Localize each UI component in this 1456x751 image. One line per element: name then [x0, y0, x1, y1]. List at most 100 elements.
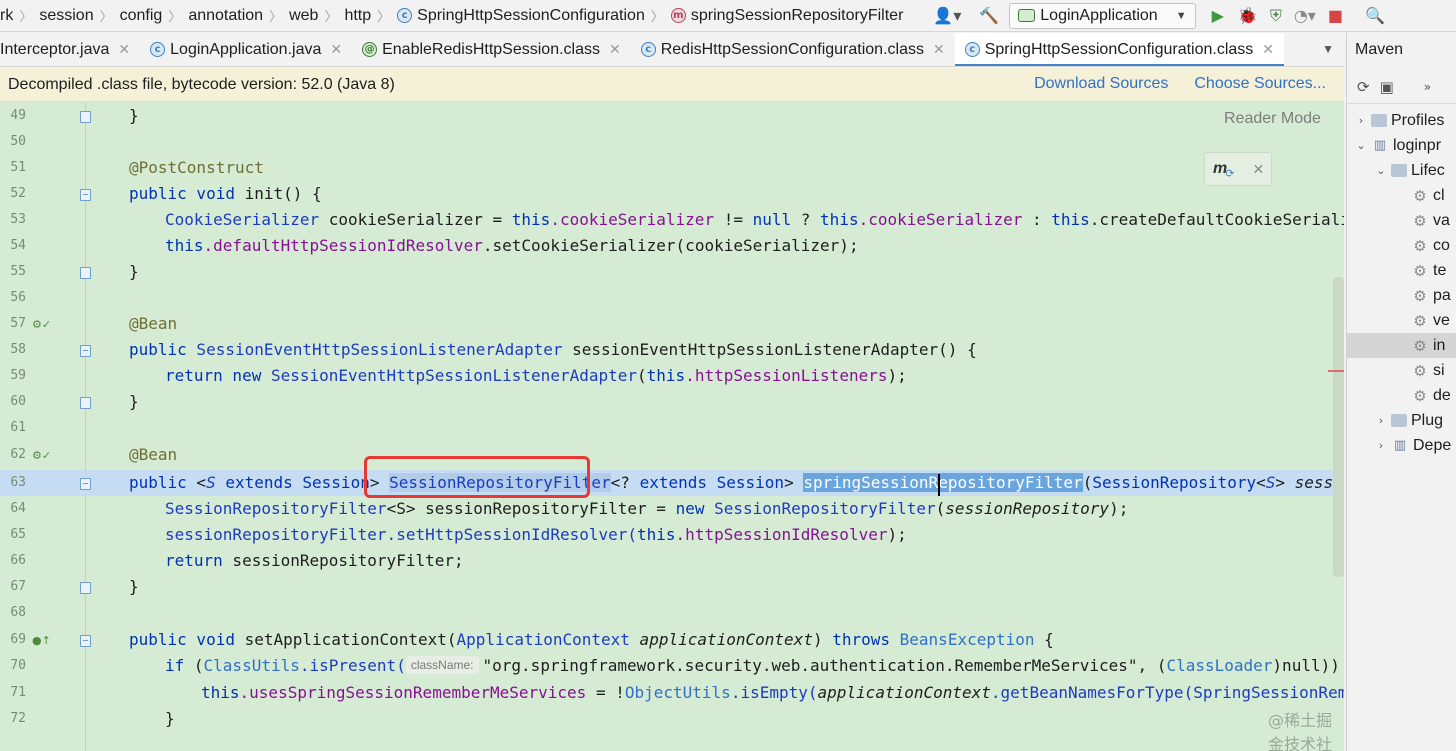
fold-marker-icon[interactable]	[80, 582, 91, 594]
coverage-icon[interactable]: ⛨	[1270, 4, 1282, 28]
spring-boot-icon	[1018, 9, 1036, 22]
maven-tree-item[interactable]: ⚙ te	[1347, 258, 1456, 283]
expand-toggle-icon[interactable]: ⌄	[1355, 139, 1367, 152]
chevron-right-icon: 〉	[324, 9, 338, 24]
add-folder-icon[interactable]: ▣	[1380, 78, 1394, 96]
line-number: 49	[10, 108, 26, 123]
maven-tree-label: loginpr	[1393, 136, 1442, 154]
editor-tabs: Interceptor.java ✕ c LoginApplication.java…	[0, 33, 1344, 67]
error-stripe-marker[interactable]	[1328, 370, 1344, 372]
maven-tree-item[interactable]: ⚙ si	[1347, 358, 1456, 383]
profile-icon[interactable]: ◔▾	[1294, 4, 1316, 28]
notice-text: Decompiled .class file, bytecode version…	[8, 75, 395, 93]
breadcrumb-method[interactable]: m springSessionRepositoryFilter	[670, 7, 903, 25]
navigation-bar: rk 〉 session 〉 config 〉 annotation 〉 web 〉 ht…	[0, 0, 1456, 32]
search-icon[interactable]: 🔍	[1365, 4, 1385, 28]
tab-interceptor[interactable]: Interceptor.java ✕	[0, 33, 140, 66]
chevron-down-icon[interactable]: ▼	[1322, 42, 1334, 56]
fold-marker-icon[interactable]	[80, 189, 91, 201]
maven-tree-item[interactable]: ⌄ ▥ loginpr	[1347, 133, 1456, 158]
breadcrumb-label: config	[119, 6, 163, 24]
class-icon: c	[397, 8, 413, 23]
run-icon[interactable]: ▶	[1212, 4, 1224, 28]
maven-tree-item[interactable]: › ▥ Depe	[1347, 433, 1456, 458]
breadcrumb-item[interactable]: config 〉	[120, 6, 189, 25]
line-number: 54	[10, 238, 26, 253]
expand-toggle-icon[interactable]: ›	[1355, 114, 1367, 127]
maven-tree-item[interactable]: ⚙ co	[1347, 233, 1456, 258]
code-text: return sessionRepositoryFilter;	[165, 551, 464, 570]
code-text: }	[129, 106, 139, 125]
fold-marker-icon[interactable]	[80, 478, 91, 490]
close-icon[interactable]: ✕	[609, 41, 621, 58]
code-line: 71 this.usesSpringSessionRememberMeServi…	[0, 680, 1344, 706]
chevron-right-icon: 〉	[19, 9, 33, 24]
breadcrumb-item[interactable]: rk 〉	[0, 6, 39, 25]
line-number: 64	[10, 501, 26, 516]
bars-icon: ▥	[1393, 438, 1407, 453]
spring-bean-icon[interactable]: ⚙✓	[32, 448, 51, 462]
maven-tree-item[interactable]: ⚙ cl	[1347, 183, 1456, 208]
user-icon[interactable]: 👤▾	[933, 4, 961, 28]
chevron-right-icon: 〉	[650, 9, 664, 24]
maven-reload-popup[interactable]: m ⟳ ✕	[1204, 152, 1272, 186]
maven-tree-item[interactable]: › Profiles	[1347, 108, 1456, 133]
download-sources-link[interactable]: Download Sources	[1034, 75, 1168, 93]
maven-tree-item[interactable]: ⚙ ve	[1347, 308, 1456, 333]
breadcrumb-item[interactable]: session 〉	[39, 6, 119, 25]
code-line: 72 }	[0, 706, 1344, 732]
build-hammer-icon[interactable]: 🔨	[979, 4, 999, 28]
line-number: 51	[10, 160, 26, 175]
refresh-icon: ⟳	[1225, 167, 1235, 180]
reload-icon[interactable]: ⟳	[1357, 78, 1370, 96]
parameter-hint: className:	[405, 656, 479, 674]
maven-tree-item[interactable]: ⚙ va	[1347, 208, 1456, 233]
tab-spring-http-session-configuration[interactable]: c SpringHttpSessionConfiguration.class ✕	[954, 33, 1285, 66]
code-editor[interactable]: 49 } 50 51 @PostConstruct 52 public void…	[0, 102, 1344, 751]
code-line: 50	[0, 129, 1344, 155]
breadcrumb-item[interactable]: annotation 〉	[188, 6, 289, 25]
maven-tree-item[interactable]: ⚙ pa	[1347, 283, 1456, 308]
close-icon[interactable]: ✕	[933, 41, 945, 58]
more-icon[interactable]: »	[1424, 80, 1431, 94]
code-line: 51 @PostConstruct	[0, 155, 1344, 181]
spring-bean-icon[interactable]: ⚙✓	[32, 317, 51, 331]
run-configuration-select[interactable]: LoginApplication ▼	[1009, 2, 1196, 29]
implements-method-icon[interactable]: ●↑	[32, 633, 51, 647]
maven-tree-item[interactable]: ⚙ in	[1347, 333, 1456, 358]
class-icon: c	[150, 42, 166, 57]
breadcrumb-item[interactable]: web 〉	[289, 6, 344, 25]
close-icon[interactable]: ✕	[330, 41, 342, 58]
close-icon[interactable]: ✕	[1262, 41, 1274, 58]
choose-sources-link[interactable]: Choose Sources...	[1194, 75, 1326, 93]
fold-marker-icon[interactable]	[80, 345, 91, 357]
maven-tree-item[interactable]: ⌄ Lifec	[1347, 158, 1456, 183]
fold-marker-icon[interactable]	[80, 397, 91, 409]
expand-toggle-icon[interactable]: ›	[1375, 439, 1387, 452]
close-icon[interactable]: ✕	[1252, 161, 1264, 178]
folder-icon	[1391, 414, 1407, 427]
debug-icon[interactable]: 🐞	[1238, 4, 1258, 28]
stop-icon[interactable]: ■	[1328, 4, 1343, 28]
breadcrumb-class[interactable]: c SpringHttpSessionConfiguration 〉	[397, 6, 671, 25]
maven-tree-item[interactable]: ⚙ de	[1347, 383, 1456, 408]
vertical-scrollbar[interactable]	[1333, 277, 1344, 577]
fold-marker-icon[interactable]	[80, 111, 91, 123]
maven-tree-item[interactable]: › Plug	[1347, 408, 1456, 433]
code-line: 60 }	[0, 389, 1344, 415]
line-number: 58	[10, 342, 26, 357]
maven-tree-label: ve	[1433, 311, 1450, 329]
reader-mode-button[interactable]: Reader Mode	[1224, 110, 1321, 128]
fold-marker-icon[interactable]	[80, 635, 91, 647]
close-icon[interactable]: ✕	[118, 41, 130, 58]
expand-toggle-icon[interactable]: ⌄	[1375, 164, 1387, 177]
breadcrumb-item[interactable]: http 〉	[344, 6, 397, 25]
line-number: 72	[10, 711, 26, 726]
fold-marker-icon[interactable]	[80, 267, 91, 279]
code-line: 49 }	[0, 103, 1344, 129]
tab-enable-redis-http-session[interactable]: @ EnableRedisHttpSession.class ✕	[352, 33, 631, 66]
tab-login-application[interactable]: c LoginApplication.java ✕	[140, 33, 352, 66]
tab-redis-http-session-configuration[interactable]: c RedisHttpSessionConfiguration.class ✕	[631, 33, 955, 66]
tab-label: Interceptor.java	[0, 40, 110, 58]
expand-toggle-icon[interactable]: ›	[1375, 414, 1387, 427]
